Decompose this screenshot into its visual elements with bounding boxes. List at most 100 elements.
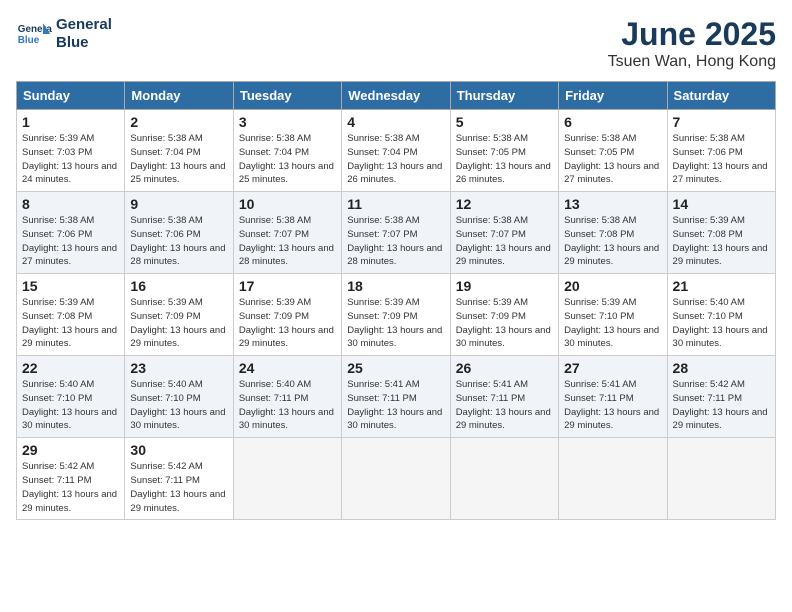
logo-icon: General Blue xyxy=(16,16,52,52)
day-info: Sunrise: 5:40 AMSunset: 7:10 PMDaylight:… xyxy=(130,378,227,433)
calendar-cell: 25 Sunrise: 5:41 AMSunset: 7:11 PMDayligh… xyxy=(342,356,450,438)
calendar-cell: 2 Sunrise: 5:38 AMSunset: 7:04 PMDaylight… xyxy=(125,110,233,192)
calendar-row-4: 22 Sunrise: 5:40 AMSunset: 7:10 PMDayligh… xyxy=(17,356,776,438)
calendar-row-2: 8 Sunrise: 5:38 AMSunset: 7:06 PMDaylight… xyxy=(17,192,776,274)
day-number: 18 xyxy=(347,278,444,294)
day-number: 6 xyxy=(564,114,661,130)
calendar-cell: 1 Sunrise: 5:39 AMSunset: 7:03 PMDaylight… xyxy=(17,110,125,192)
day-number: 25 xyxy=(347,360,444,376)
day-number: 27 xyxy=(564,360,661,376)
day-number: 11 xyxy=(347,196,444,212)
calendar-cell: 9 Sunrise: 5:38 AMSunset: 7:06 PMDaylight… xyxy=(125,192,233,274)
day-info: Sunrise: 5:42 AMSunset: 7:11 PMDaylight:… xyxy=(22,460,119,515)
calendar-cell: 10 Sunrise: 5:38 AMSunset: 7:07 PMDayligh… xyxy=(233,192,341,274)
day-number: 16 xyxy=(130,278,227,294)
day-info: Sunrise: 5:39 AMSunset: 7:09 PMDaylight:… xyxy=(130,296,227,351)
calendar-cell xyxy=(667,438,775,520)
calendar-cell: 14 Sunrise: 5:39 AMSunset: 7:08 PMDayligh… xyxy=(667,192,775,274)
calendar-cell: 7 Sunrise: 5:38 AMSunset: 7:06 PMDaylight… xyxy=(667,110,775,192)
day-number: 4 xyxy=(347,114,444,130)
day-info: Sunrise: 5:40 AMSunset: 7:11 PMDaylight:… xyxy=(239,378,336,433)
day-info: Sunrise: 5:41 AMSunset: 7:11 PMDaylight:… xyxy=(347,378,444,433)
day-info: Sunrise: 5:38 AMSunset: 7:07 PMDaylight:… xyxy=(347,214,444,269)
day-info: Sunrise: 5:41 AMSunset: 7:11 PMDaylight:… xyxy=(456,378,553,433)
day-number: 28 xyxy=(673,360,770,376)
day-number: 8 xyxy=(22,196,119,212)
day-number: 17 xyxy=(239,278,336,294)
calendar-cell: 13 Sunrise: 5:38 AMSunset: 7:08 PMDayligh… xyxy=(559,192,667,274)
title-area: June 2025 Tsuen Wan, Hong Kong xyxy=(608,16,776,71)
day-number: 13 xyxy=(564,196,661,212)
page-header: General Blue General Blue June 2025 Tsue… xyxy=(16,16,776,71)
calendar-table: SundayMondayTuesdayWednesdayThursdayFrid… xyxy=(16,81,776,520)
calendar-cell: 11 Sunrise: 5:38 AMSunset: 7:07 PMDayligh… xyxy=(342,192,450,274)
day-number: 10 xyxy=(239,196,336,212)
day-info: Sunrise: 5:40 AMSunset: 7:10 PMDaylight:… xyxy=(22,378,119,433)
calendar-cell: 5 Sunrise: 5:38 AMSunset: 7:05 PMDaylight… xyxy=(450,110,558,192)
calendar-cell xyxy=(342,438,450,520)
calendar-cell: 29 Sunrise: 5:42 AMSunset: 7:11 PMDayligh… xyxy=(17,438,125,520)
day-number: 5 xyxy=(456,114,553,130)
day-number: 7 xyxy=(673,114,770,130)
calendar-cell: 30 Sunrise: 5:42 AMSunset: 7:11 PMDayligh… xyxy=(125,438,233,520)
day-number: 30 xyxy=(130,442,227,458)
day-info: Sunrise: 5:41 AMSunset: 7:11 PMDaylight:… xyxy=(564,378,661,433)
calendar-cell: 27 Sunrise: 5:41 AMSunset: 7:11 PMDayligh… xyxy=(559,356,667,438)
month-title: June 2025 xyxy=(608,16,776,53)
calendar-cell: 24 Sunrise: 5:40 AMSunset: 7:11 PMDayligh… xyxy=(233,356,341,438)
day-info: Sunrise: 5:38 AMSunset: 7:06 PMDaylight:… xyxy=(130,214,227,269)
day-info: Sunrise: 5:39 AMSunset: 7:10 PMDaylight:… xyxy=(564,296,661,351)
day-info: Sunrise: 5:38 AMSunset: 7:07 PMDaylight:… xyxy=(239,214,336,269)
day-info: Sunrise: 5:39 AMSunset: 7:09 PMDaylight:… xyxy=(347,296,444,351)
day-info: Sunrise: 5:39 AMSunset: 7:03 PMDaylight:… xyxy=(22,132,119,187)
calendar-cell xyxy=(450,438,558,520)
weekday-header-friday: Friday xyxy=(559,82,667,110)
day-info: Sunrise: 5:40 AMSunset: 7:10 PMDaylight:… xyxy=(673,296,770,351)
day-number: 9 xyxy=(130,196,227,212)
calendar-row-5: 29 Sunrise: 5:42 AMSunset: 7:11 PMDayligh… xyxy=(17,438,776,520)
calendar-cell: 20Sunrise: 5:39 AMSunset: 7:10 PMDayligh… xyxy=(559,274,667,356)
day-info: Sunrise: 5:42 AMSunset: 7:11 PMDaylight:… xyxy=(673,378,770,433)
day-info: Sunrise: 5:38 AMSunset: 7:06 PMDaylight:… xyxy=(673,132,770,187)
day-number: 22 xyxy=(22,360,119,376)
day-info: Sunrise: 5:39 AMSunset: 7:08 PMDaylight:… xyxy=(673,214,770,269)
weekday-header-tuesday: Tuesday xyxy=(233,82,341,110)
day-info: Sunrise: 5:42 AMSunset: 7:11 PMDaylight:… xyxy=(130,460,227,515)
calendar-cell: 12 Sunrise: 5:38 AMSunset: 7:07 PMDayligh… xyxy=(450,192,558,274)
weekday-header-row: SundayMondayTuesdayWednesdayThursdayFrid… xyxy=(17,82,776,110)
day-number: 19 xyxy=(456,278,553,294)
day-info: Sunrise: 5:38 AMSunset: 7:04 PMDaylight:… xyxy=(130,132,227,187)
day-info: Sunrise: 5:38 AMSunset: 7:06 PMDaylight:… xyxy=(22,214,119,269)
day-info: Sunrise: 5:38 AMSunset: 7:04 PMDaylight:… xyxy=(347,132,444,187)
day-info: Sunrise: 5:38 AMSunset: 7:07 PMDaylight:… xyxy=(456,214,553,269)
day-info: Sunrise: 5:38 AMSunset: 7:05 PMDaylight:… xyxy=(564,132,661,187)
calendar-cell: 23 Sunrise: 5:40 AMSunset: 7:10 PMDayligh… xyxy=(125,356,233,438)
location-title: Tsuen Wan, Hong Kong xyxy=(608,53,776,71)
day-number: 14 xyxy=(673,196,770,212)
day-number: 2 xyxy=(130,114,227,130)
day-number: 24 xyxy=(239,360,336,376)
weekday-header-saturday: Saturday xyxy=(667,82,775,110)
calendar-cell xyxy=(559,438,667,520)
day-info: Sunrise: 5:38 AMSunset: 7:08 PMDaylight:… xyxy=(564,214,661,269)
day-number: 3 xyxy=(239,114,336,130)
calendar-cell: 6 Sunrise: 5:38 AMSunset: 7:05 PMDaylight… xyxy=(559,110,667,192)
day-number: 15 xyxy=(22,278,119,294)
day-number: 23 xyxy=(130,360,227,376)
calendar-row-3: 15 Sunrise: 5:39 AMSunset: 7:08 PMDayligh… xyxy=(17,274,776,356)
calendar-cell: 19Sunrise: 5:39 AMSunset: 7:09 PMDayligh… xyxy=(450,274,558,356)
day-info: Sunrise: 5:38 AMSunset: 7:05 PMDaylight:… xyxy=(456,132,553,187)
calendar-cell: 15 Sunrise: 5:39 AMSunset: 7:08 PMDayligh… xyxy=(17,274,125,356)
weekday-header-monday: Monday xyxy=(125,82,233,110)
calendar-cell: 28 Sunrise: 5:42 AMSunset: 7:11 PMDayligh… xyxy=(667,356,775,438)
day-number: 26 xyxy=(456,360,553,376)
day-number: 1 xyxy=(22,114,119,130)
day-number: 12 xyxy=(456,196,553,212)
calendar-cell: 17Sunrise: 5:39 AMSunset: 7:09 PMDayligh… xyxy=(233,274,341,356)
svg-text:Blue: Blue xyxy=(18,35,40,46)
day-number: 29 xyxy=(22,442,119,458)
calendar-cell: 3 Sunrise: 5:38 AMSunset: 7:04 PMDaylight… xyxy=(233,110,341,192)
day-info: Sunrise: 5:39 AMSunset: 7:08 PMDaylight:… xyxy=(22,296,119,351)
weekday-header-thursday: Thursday xyxy=(450,82,558,110)
day-info: Sunrise: 5:38 AMSunset: 7:04 PMDaylight:… xyxy=(239,132,336,187)
